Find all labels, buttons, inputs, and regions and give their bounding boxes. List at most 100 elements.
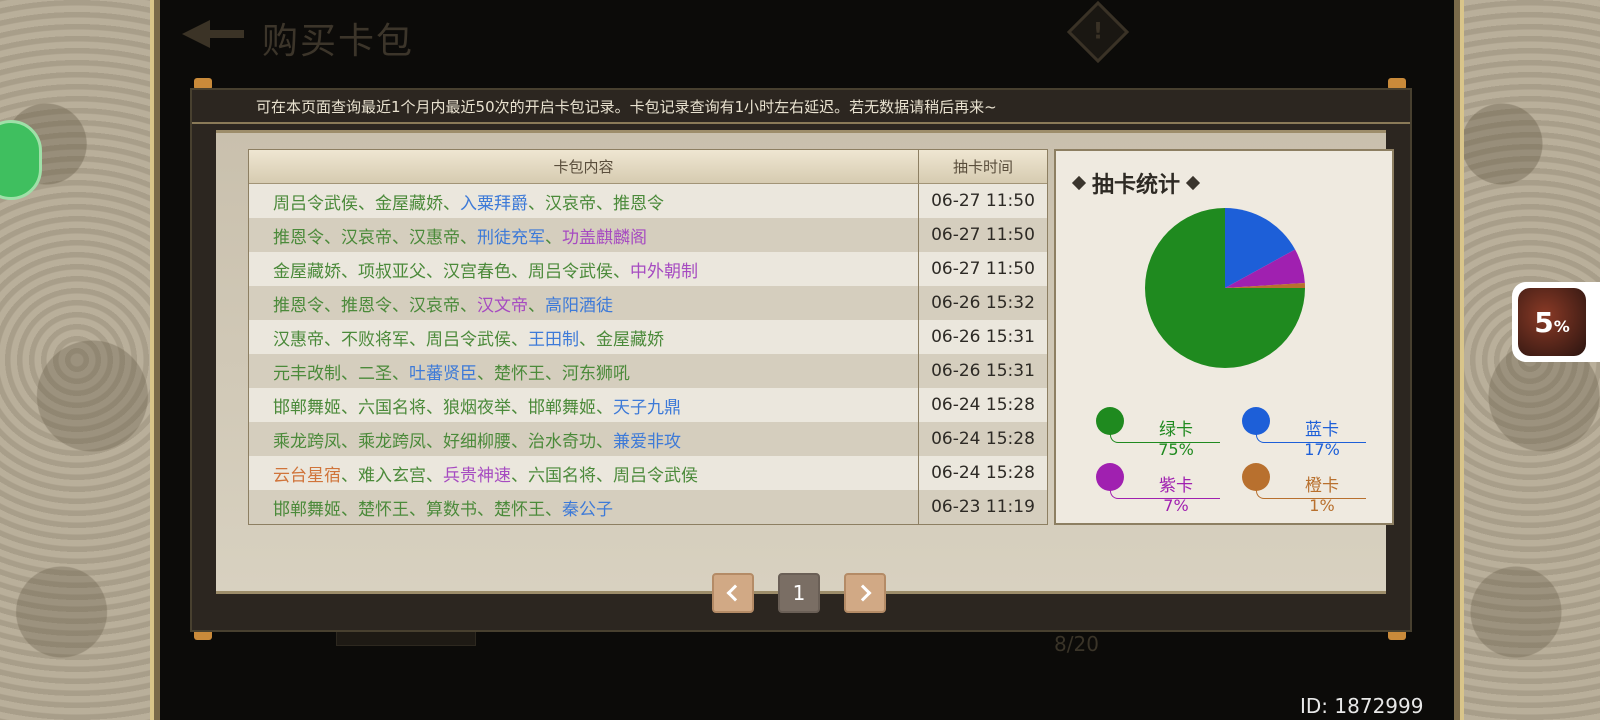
card-name: 周吕令武侯: [528, 261, 613, 282]
card-record-modal: 可在本页面查询最近1个月内最近50次的开启卡包记录。卡包记录查询有1小时左右延迟…: [190, 88, 1412, 632]
card-name: 高阳酒徒: [545, 295, 613, 316]
table-row: 邯郸舞姬、楚怀王、算数书、楚怀王、秦公子 06-23 11:19: [249, 490, 1047, 524]
legend-percent: 7%: [1163, 496, 1189, 515]
prev-page-button[interactable]: [712, 573, 754, 613]
legend-item: 蓝卡 17%: [1242, 407, 1372, 463]
pack-content-cell: 邯郸舞姬、六国名将、狼烟夜举、邯郸舞姬、天子九鼎: [249, 388, 919, 422]
pack-content-cell: 汉惠帝、不败将军、周吕令武侯、王田制、金屋藏娇: [249, 320, 919, 354]
card-name: 乘龙跨凤: [358, 431, 426, 452]
floating-loading-badge[interactable]: 5%: [1512, 282, 1600, 362]
user-id-label: ID: 1872999: [1300, 694, 1424, 718]
stats-title-text: 抽卡统计: [1092, 173, 1181, 198]
card-name: 不败将军: [341, 329, 409, 350]
draw-time-cell: 06-27 11:50: [931, 191, 1035, 211]
card-name: 云台星宿: [273, 465, 341, 486]
table-row: 云台星宿、难入玄宫、兵贵神速、六国名将、周吕令武侯 06-24 15:28: [249, 456, 1047, 490]
legend-label: 橙卡: [1305, 476, 1339, 496]
pack-content-cell: 推恩令、推恩令、汉哀帝、汉文帝、高阳酒徒: [249, 286, 919, 320]
legend-label: 蓝卡: [1305, 420, 1339, 440]
record-table: 卡包内容 抽卡时间 周吕令武侯、金屋藏娇、入粟拜爵、汉哀帝、推恩令 06-27 1…: [248, 149, 1048, 525]
card-name: 推恩令: [273, 227, 324, 248]
loading-percent: 5%: [1518, 288, 1586, 356]
card-name: 推恩令: [273, 295, 324, 316]
draw-time-cell: 06-26 15:32: [931, 293, 1035, 313]
left-decorative-panel: [0, 0, 160, 720]
back-arrow-icon[interactable]: [182, 14, 246, 54]
next-page-button[interactable]: [844, 573, 886, 613]
notice-text: 可在本页面查询最近1个月内最近50次的开启卡包记录。卡包记录查询有1小时左右延迟…: [256, 98, 997, 116]
pack-content-cell: 乘龙跨凤、乘龙跨凤、好细柳腰、治水奇功、兼爱非攻: [249, 422, 919, 456]
loading-percent-value: 5: [1534, 305, 1554, 339]
pack-content-cell: 推恩令、汉哀帝、汉惠帝、刑徒充军、功盖麒麟阁: [249, 218, 919, 252]
card-name: 楚怀王: [358, 499, 409, 520]
diamond-icon: [1185, 175, 1201, 191]
legend-dot: [1242, 463, 1270, 491]
card-name: 吐蕃贤臣: [409, 363, 477, 384]
card-name: 汉惠帝: [409, 227, 460, 248]
card-name: 兵贵神速: [443, 465, 511, 486]
page-number: 1: [778, 573, 820, 613]
card-name: 周吕令武侯: [426, 329, 511, 350]
background-progress: 8/20: [1054, 632, 1099, 656]
card-name: 兼爱非攻: [613, 431, 681, 452]
legend-dot: [1242, 407, 1270, 435]
card-name: 金屋藏娇: [596, 329, 664, 350]
draw-stats-pie-chart: [1145, 208, 1305, 368]
card-name: 邯郸舞姬: [273, 397, 341, 418]
card-name: 周吕令武侯: [273, 193, 358, 214]
card-name: 算数书: [426, 499, 477, 520]
card-name: 河东狮吼: [562, 363, 630, 384]
column-header-content: 卡包内容: [249, 150, 919, 184]
draw-time-cell: 06-23 11:19: [931, 497, 1035, 517]
draw-time-cell: 06-26 15:31: [931, 327, 1035, 347]
card-name: 二圣: [358, 363, 392, 384]
legend-item: 橙卡 1%: [1242, 463, 1372, 519]
card-name: 楚怀王: [494, 363, 545, 384]
card-name: 金屋藏娇: [375, 193, 443, 214]
table-row: 金屋藏娇、项叔亚父、汉宫春色、周吕令武侯、中外朝制 06-27 11:50: [249, 252, 1047, 286]
stats-title: 抽卡统计: [1071, 167, 1201, 199]
draw-time-cell: 06-26 15:31: [931, 361, 1035, 381]
card-name: 汉哀帝: [409, 295, 460, 316]
card-name: 汉宫春色: [443, 261, 511, 282]
legend-percent: 75%: [1158, 440, 1194, 459]
card-name: 乘龙跨凤: [273, 431, 341, 452]
diamond-icon: [1071, 175, 1087, 191]
legend-percent: 1%: [1309, 496, 1335, 515]
card-name: 天子九鼎: [613, 397, 681, 418]
card-name: 邯郸舞姬: [528, 397, 596, 418]
card-name: 狼烟夜举: [443, 397, 511, 418]
card-name: 汉哀帝: [545, 193, 596, 214]
legend-label: 紫卡: [1159, 476, 1193, 496]
table-row: 元丰改制、二圣、吐蕃贤臣、楚怀王、河东狮吼 06-26 15:31: [249, 354, 1047, 388]
table-row: 周吕令武侯、金屋藏娇、入粟拜爵、汉哀帝、推恩令 06-27 11:50: [249, 184, 1047, 218]
card-name: 六国名将: [528, 465, 596, 486]
table-row: 邯郸舞姬、六国名将、狼烟夜举、邯郸舞姬、天子九鼎 06-24 15:28: [249, 388, 1047, 422]
card-name: 汉文帝: [477, 295, 528, 316]
legend-dot: [1096, 407, 1124, 435]
card-name: 周吕令武侯: [613, 465, 698, 486]
pack-content-cell: 金屋藏娇、项叔亚父、汉宫春色、周吕令武侯、中外朝制: [249, 252, 919, 286]
table-row: 推恩令、推恩令、汉哀帝、汉文帝、高阳酒徒 06-26 15:32: [249, 286, 1047, 320]
card-name: 推恩令: [341, 295, 392, 316]
card-name: 汉哀帝: [341, 227, 392, 248]
table-row: 乘龙跨凤、乘龙跨凤、好细柳腰、治水奇功、兼爱非攻 06-24 15:28: [249, 422, 1047, 456]
draw-time-cell: 06-27 11:50: [931, 225, 1035, 245]
pack-content-cell: 元丰改制、二圣、吐蕃贤臣、楚怀王、河东狮吼: [249, 354, 919, 388]
card-name: 秦公子: [562, 499, 613, 520]
notice-bar: 可在本页面查询最近1个月内最近50次的开启卡包记录。卡包记录查询有1小时左右延迟…: [192, 90, 1410, 124]
legend-percent: 17%: [1304, 440, 1340, 459]
card-name: 元丰改制: [273, 363, 341, 384]
card-name: 推恩令: [613, 193, 664, 214]
card-name: 治水奇功: [528, 431, 596, 452]
page-title: 购买卡包: [262, 21, 415, 62]
table-row: 推恩令、汉哀帝、汉惠帝、刑徒充军、功盖麒麟阁 06-27 11:50: [249, 218, 1047, 252]
card-name: 项叔亚父: [358, 261, 426, 282]
card-name: 汉惠帝: [273, 329, 324, 350]
card-name: 刑徒充军: [477, 227, 545, 248]
draw-time-cell: 06-24 15:28: [931, 429, 1035, 449]
loading-percent-unit: %: [1553, 316, 1570, 336]
draw-stats-panel: 抽卡统计 绿卡 75% 蓝卡 17% 紫卡 7% 橙卡 1%: [1054, 149, 1394, 525]
pack-content-cell: 邯郸舞姬、楚怀王、算数书、楚怀王、秦公子: [249, 490, 919, 524]
draw-time-cell: 06-24 15:28: [931, 395, 1035, 415]
